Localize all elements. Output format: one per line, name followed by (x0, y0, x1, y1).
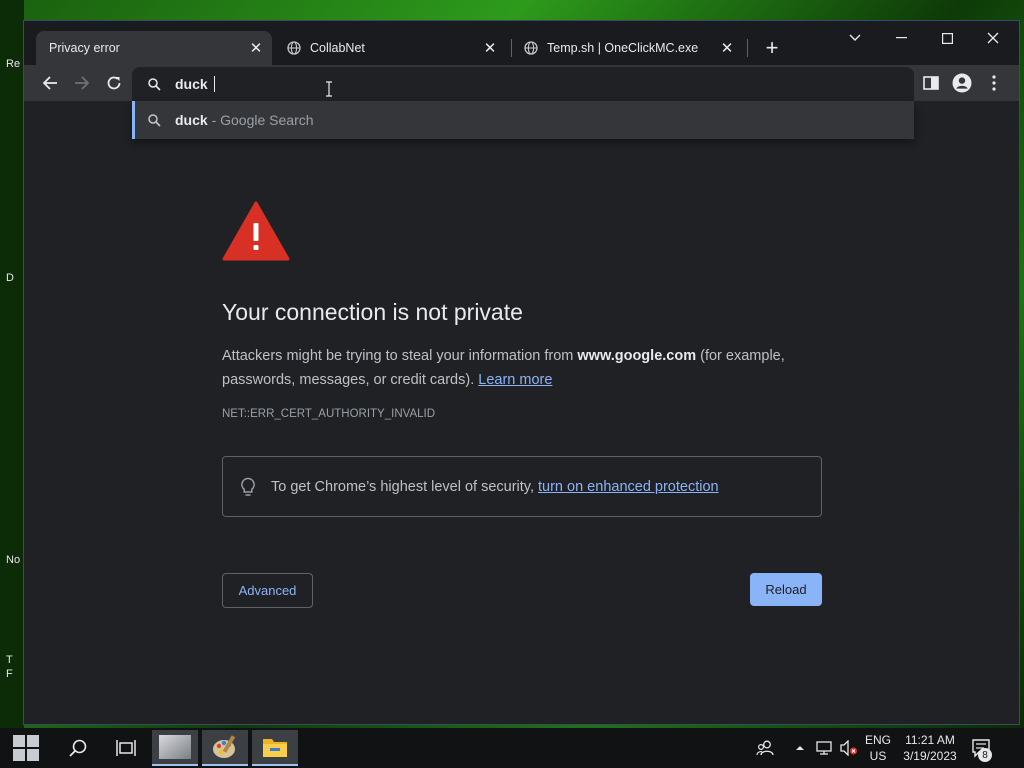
back-arrow-icon[interactable] (36, 69, 64, 97)
close-window-button[interactable] (970, 23, 1016, 53)
search-icon (148, 113, 161, 127)
taskbar-app-window[interactable] (152, 730, 198, 766)
language-code: ENG (864, 733, 891, 747)
taskbar-app-file-explorer[interactable] (252, 730, 298, 766)
browser-window: Privacy error ✕ CollabNet ✕ Temp.sh | On… (23, 20, 1020, 725)
suggestion-highlight (132, 101, 135, 139)
text-cursor-icon (325, 81, 333, 102)
search-icon (148, 77, 161, 91)
address-bar[interactable] (132, 67, 914, 101)
clock[interactable]: 11:21 AM 3/19/2023 (898, 732, 962, 764)
notification-count-badge: 8 (978, 748, 992, 762)
text-caret (214, 76, 215, 92)
interstitial-page: Your connection is not private Attackers… (222, 201, 822, 608)
desktop-icon-label[interactable]: No (6, 554, 20, 566)
side-panel-icon[interactable] (917, 69, 945, 97)
desktop-icon-column (0, 0, 24, 728)
desktop-icon-label[interactable]: Re (6, 58, 20, 70)
notification-center-icon[interactable]: 8 (968, 728, 996, 768)
desktop-icon-label[interactable]: T (6, 654, 13, 666)
desktop-icon-label[interactable]: D (6, 272, 14, 284)
menu-kebab-icon[interactable] (980, 69, 1008, 97)
browser-toolbar (24, 65, 1019, 101)
region-code: US (869, 749, 887, 763)
suggestion-suffix: - Google Search (207, 112, 314, 128)
omnibox-suggestion[interactable]: duck - Google Search (132, 101, 914, 139)
tab-search-chevron-down-icon[interactable] (832, 23, 878, 53)
close-tab-icon[interactable]: ✕ (482, 40, 498, 57)
lightbulb-icon (239, 477, 257, 497)
new-tab-button[interactable]: + (759, 35, 785, 61)
advanced-button[interactable]: Advanced (222, 573, 313, 608)
globe-icon (523, 40, 539, 56)
chevron-up-icon[interactable] (792, 728, 808, 768)
search-icon[interactable] (58, 728, 98, 768)
reload-button[interactable]: Reload (750, 573, 822, 606)
profile-icon[interactable] (948, 69, 976, 97)
minimize-button[interactable] (878, 23, 924, 53)
close-tab-icon[interactable]: ✕ (248, 40, 264, 57)
network-icon[interactable] (814, 728, 836, 768)
warning-triangle-icon (222, 201, 290, 261)
task-view-icon[interactable] (106, 728, 146, 768)
tab-collabnet[interactable]: CollabNet ✕ (280, 31, 506, 65)
globe-icon (286, 40, 302, 56)
tab-privacy-error[interactable]: Privacy error ✕ (36, 31, 272, 65)
windows-start-icon[interactable] (0, 728, 52, 768)
protection-text: To get Chrome’s highest level of securit… (271, 478, 535, 495)
tab-separator (747, 39, 748, 57)
taskbar-app-paint[interactable] (202, 730, 248, 766)
volume-muted-icon[interactable] (838, 728, 860, 768)
enhanced-protection-link[interactable]: turn on enhanced protection (538, 479, 719, 495)
tab-title: Privacy error (49, 41, 120, 55)
tab-temp-sh[interactable]: Temp.sh | OneClickMC.exe ✕ (517, 31, 743, 65)
desktop-icon-label[interactable]: F (6, 668, 13, 680)
tab-title: CollabNet (310, 41, 365, 55)
people-icon[interactable] (752, 728, 778, 768)
learn-more-link[interactable]: Learn more (478, 372, 552, 388)
close-tab-icon[interactable]: ✕ (719, 40, 735, 57)
enhanced-protection-box: To get Chrome’s highest level of securit… (222, 456, 822, 517)
clock-time: 11:21 AM (905, 733, 955, 747)
reload-icon[interactable] (100, 69, 128, 97)
domain-name: www.google.com (577, 348, 697, 364)
error-code: NET::ERR_CERT_AUTHORITY_INVALID (222, 408, 436, 420)
taskbar: ENG US 11:21 AM 3/19/2023 8 (0, 728, 1024, 768)
forward-arrow-icon[interactable] (68, 69, 96, 97)
input-language[interactable]: ENG US (862, 732, 894, 764)
tab-separator (511, 39, 512, 57)
tab-strip: Privacy error ✕ CollabNet ✕ Temp.sh | On… (24, 21, 1019, 65)
suggestion-text: duck - Google Search (175, 112, 314, 128)
tab-title: Temp.sh | OneClickMC.exe (547, 41, 699, 55)
warning-message: Attackers might be trying to steal your … (222, 344, 822, 392)
maximize-button[interactable] (924, 23, 970, 53)
suggestion-query: duck (175, 112, 208, 128)
address-input[interactable] (175, 76, 215, 92)
clock-date: 3/19/2023 (903, 749, 957, 763)
page-title: Your connection is not private (222, 299, 523, 325)
message-prefix: Attackers might be trying to steal your … (222, 348, 578, 364)
